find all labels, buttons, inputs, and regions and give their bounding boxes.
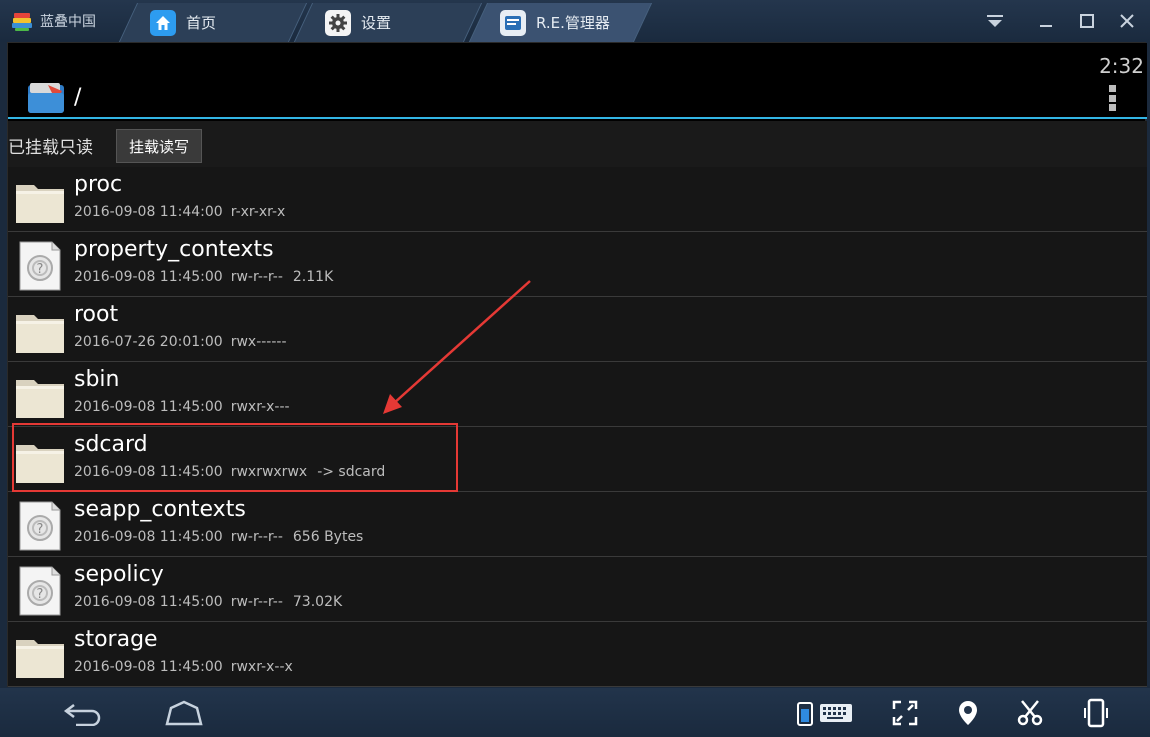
file-permissions: rw-r--r--: [230, 594, 283, 610]
mount-rw-button[interactable]: 挂载读写: [116, 129, 202, 163]
file-extra: 2.11K: [292, 269, 334, 285]
file-row-sepolicy[interactable]: ? sepolicy 2016-09-08 11:45:00 rw-r--r-- 73.…: [8, 557, 1147, 622]
folder-icon: [14, 175, 66, 227]
unknown-file-icon: ?: [14, 500, 66, 552]
file-extra: 73.02K: [292, 594, 343, 610]
unknown-file-icon: ?: [14, 565, 66, 617]
file-permissions: rwxr-x--x: [230, 659, 293, 675]
file-row-seapp-contexts[interactable]: ? seapp_contexts 2016-09-08 11:45:00 rw-r--…: [8, 492, 1147, 557]
file-extra: 656 Bytes: [292, 529, 364, 545]
bluestacks-logo-icon: [10, 9, 34, 33]
file-row-root[interactable]: root 2016-07-26 20:01:00 rwx------: [8, 297, 1147, 362]
home-nav-icon[interactable]: [163, 698, 205, 728]
mount-bar: 已挂载只读 挂载读写: [8, 121, 1147, 167]
file-list: proc 2016-09-08 11:44:00 r-xr-xr-x? propert…: [8, 167, 1147, 687]
tab-label: 设置: [361, 14, 392, 32]
file-meta: 2016-09-08 11:45:00 rw-r--r-- 2.11K: [74, 269, 333, 285]
file-meta: 2016-09-08 11:45:00 rwxr-x--x: [74, 659, 293, 675]
action-bar: 2:32 /: [8, 43, 1147, 119]
file-date: 2016-09-08 11:45:00: [74, 659, 223, 675]
file-date: 2016-09-08 11:45:00: [74, 529, 223, 545]
file-name: root: [74, 302, 119, 327]
file-name: sepolicy: [74, 562, 164, 587]
file-manager-icon: [500, 9, 526, 36]
dropdown-menu-icon[interactable]: [983, 9, 1007, 33]
file-name: proc: [74, 172, 123, 197]
folder-icon: [14, 305, 66, 357]
location-icon[interactable]: [953, 698, 983, 728]
overflow-menu-icon[interactable]: [1109, 85, 1117, 111]
file-permissions: rw-r--r--: [230, 529, 283, 545]
file-date: 2016-07-26 20:01:00: [74, 334, 223, 350]
gear-icon: [325, 9, 351, 36]
file-row-property-contexts[interactable]: ? property_contexts 2016-09-08 11:45:00 rw-…: [8, 232, 1147, 297]
file-meta: 2016-09-08 11:45:00 rwxr-x---: [74, 399, 290, 415]
file-date: 2016-09-08 11:44:00: [74, 204, 223, 220]
android-nav-bar: [0, 688, 1150, 737]
file-permissions: rw-r--r--: [230, 269, 283, 285]
keyboard-toggle-icon[interactable]: [796, 698, 856, 728]
file-meta: 2016-09-08 11:45:00 rw-r--r-- 656 Bytes: [74, 529, 363, 545]
svg-text:?: ?: [37, 587, 44, 602]
file-permissions: rwxr-x---: [230, 399, 290, 415]
maximize-icon[interactable]: [1075, 9, 1099, 33]
folder-icon: [14, 630, 66, 682]
file-permissions: rwx------: [230, 334, 287, 350]
tab-label: 首页: [186, 14, 217, 32]
file-date: 2016-09-08 11:45:00: [74, 399, 223, 415]
home-icon: [150, 9, 176, 36]
status-time: 2:32: [1099, 54, 1144, 78]
file-date: 2016-09-08 11:45:00: [74, 269, 223, 285]
tab-re-manager[interactable]: R.E.管理器: [468, 3, 653, 42]
close-icon[interactable]: [1115, 9, 1139, 33]
scissors-icon[interactable]: [1014, 698, 1046, 728]
fullscreen-icon[interactable]: [889, 698, 921, 728]
file-permissions: rwxrwxrwx: [230, 464, 308, 480]
folder-icon: [14, 435, 66, 487]
window-titlebar: 蓝叠中国 首页 设置 R.E.管理器: [0, 0, 1150, 42]
re-manager-app: 2:32 / 已挂载只读 挂载读写 proc 2016-09-08 11:44:0…: [7, 42, 1147, 687]
file-meta: 2016-07-26 20:01:00 rwx------: [74, 334, 287, 350]
file-name: property_contexts: [74, 237, 274, 262]
unknown-file-icon: ?: [14, 240, 66, 292]
file-meta: 2016-09-08 11:45:00 rwxrwxrwx -> sdcard: [74, 464, 385, 480]
file-row-sbin[interactable]: sbin 2016-09-08 11:45:00 rwxr-x---: [8, 362, 1147, 427]
file-row-storage[interactable]: storage 2016-09-08 11:45:00 rwxr-x--x: [8, 622, 1147, 687]
file-name: sdcard: [74, 432, 148, 457]
file-row-sdcard[interactable]: sdcard 2016-09-08 11:45:00 rwxrwxrwx -> sdc…: [8, 427, 1147, 492]
current-path: /: [74, 85, 82, 110]
file-name: seapp_contexts: [74, 497, 246, 522]
file-meta: 2016-09-08 11:44:00 r-xr-xr-x: [74, 204, 285, 220]
brand: 蓝叠中国: [10, 0, 96, 42]
svg-text:?: ?: [37, 522, 44, 537]
file-date: 2016-09-08 11:45:00: [74, 464, 223, 480]
tab-settings[interactable]: 设置: [293, 3, 483, 42]
file-extra: -> sdcard: [317, 464, 386, 480]
folder-icon: [14, 370, 66, 422]
mount-status: 已挂载只读: [8, 138, 93, 158]
file-row-proc[interactable]: proc 2016-09-08 11:44:00 r-xr-xr-x: [8, 167, 1147, 232]
file-meta: 2016-09-08 11:45:00 rw-r--r-- 73.02K: [74, 594, 342, 610]
tab-label: R.E.管理器: [536, 14, 610, 32]
file-name: sbin: [74, 367, 120, 392]
file-permissions: r-xr-xr-x: [230, 204, 286, 220]
file-date: 2016-09-08 11:45:00: [74, 594, 223, 610]
re-manager-logo-icon[interactable]: [26, 81, 66, 115]
rotate-device-icon[interactable]: [1080, 698, 1112, 728]
minimize-icon[interactable]: [1034, 9, 1058, 33]
back-icon[interactable]: [62, 698, 104, 728]
tab-home[interactable]: 首页: [118, 3, 308, 42]
brand-label: 蓝叠中国: [40, 14, 96, 30]
file-name: storage: [74, 627, 158, 652]
svg-text:?: ?: [37, 262, 44, 277]
